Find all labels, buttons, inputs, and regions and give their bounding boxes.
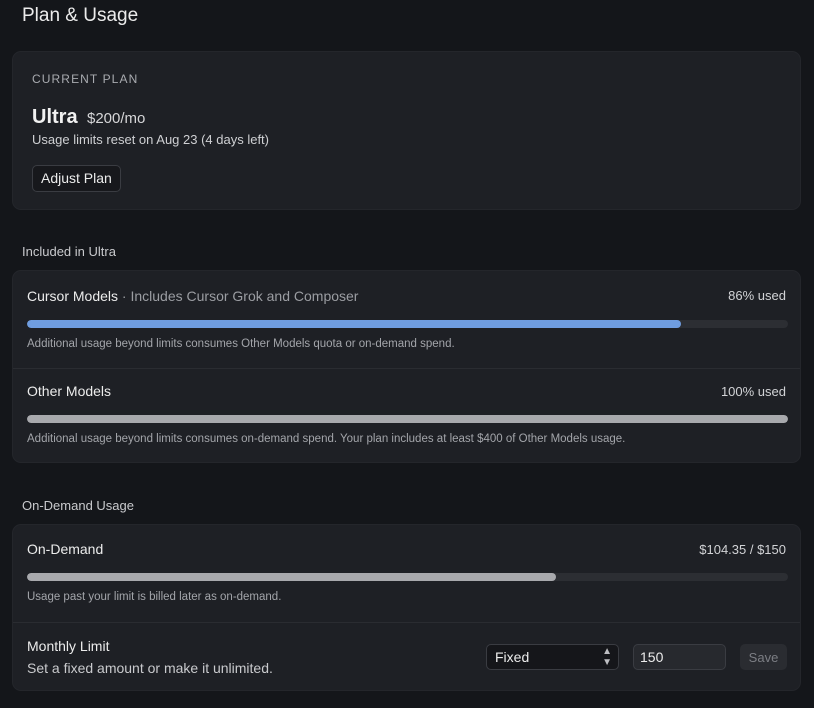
other-models-title: Other Models — [27, 383, 112, 399]
cursor-models-title-wrap: Cursor Models · Includes Cursor Grok and… — [27, 288, 358, 304]
cursor-models-used: 86% used — [728, 288, 786, 303]
other-models-progress — [27, 415, 788, 423]
on-demand-divider — [13, 622, 800, 623]
other-models-note: Additional usage beyond limits consumes … — [27, 433, 626, 445]
current-plan-card: CURRENT PLAN Ultra $200/mo Usage limits … — [12, 51, 801, 210]
on-demand-usage-row: On-Demand $104.35 / $150 Usage past your… — [13, 525, 800, 622]
on-demand-note: Usage past your limit is billed later as… — [27, 591, 282, 603]
on-demand-progress-fill — [27, 573, 557, 581]
on-demand-amount: $104.35 / $150 — [699, 542, 786, 557]
included-usage-card: Cursor Models · Includes Cursor Grok and… — [12, 270, 801, 463]
monthly-limit-input[interactable] — [633, 644, 726, 670]
monthly-limit-title: Monthly Limit — [27, 638, 110, 654]
other-models-used: 100% used — [720, 384, 786, 399]
page-title: Plan & Usage — [22, 5, 139, 26]
on-demand-progress — [27, 573, 788, 581]
plan-usage-page: Plan & Usage CURRENT PLAN Ultra $200/mo … — [0, 0, 814, 708]
cursor-models-title: Cursor Models — [27, 288, 119, 304]
other-models-progress-fill — [27, 415, 788, 423]
cursor-models-subtitle: · Includes Cursor Grok and Composer — [118, 288, 359, 304]
plan-reset-text: Usage limits reset on Aug 23 (4 days lef… — [32, 132, 270, 147]
cursor-models-progress-fill — [27, 320, 682, 328]
cursor-models-progress — [27, 320, 788, 328]
current-plan-eyebrow: CURRENT PLAN — [32, 72, 139, 86]
limit-mode-value: Fixed — [495, 649, 530, 665]
cursor-models-note: Additional usage beyond limits consumes … — [27, 338, 455, 350]
monthly-limit-subtitle: Set a fixed amount or make it unlimited. — [27, 660, 273, 676]
on-demand-section-label: On-Demand Usage — [22, 498, 134, 513]
plan-name: Ultra — [32, 106, 78, 128]
plan-price: $200/mo — [87, 110, 146, 127]
save-button[interactable]: Save — [740, 644, 787, 670]
chevron-up-down-icon: ▲ ▼ — [602, 646, 612, 668]
cursor-models-row: Cursor Models · Includes Cursor Grok and… — [13, 271, 800, 368]
limit-mode-select[interactable]: Fixed ▲ ▼ — [486, 644, 619, 670]
on-demand-title: On-Demand — [27, 541, 104, 557]
other-models-row: Other Models 100% used Additional usage … — [13, 369, 800, 464]
on-demand-card: On-Demand $104.35 / $150 Usage past your… — [12, 524, 801, 691]
included-section-label: Included in Ultra — [22, 244, 116, 259]
adjust-plan-button[interactable]: Adjust Plan — [32, 165, 121, 192]
